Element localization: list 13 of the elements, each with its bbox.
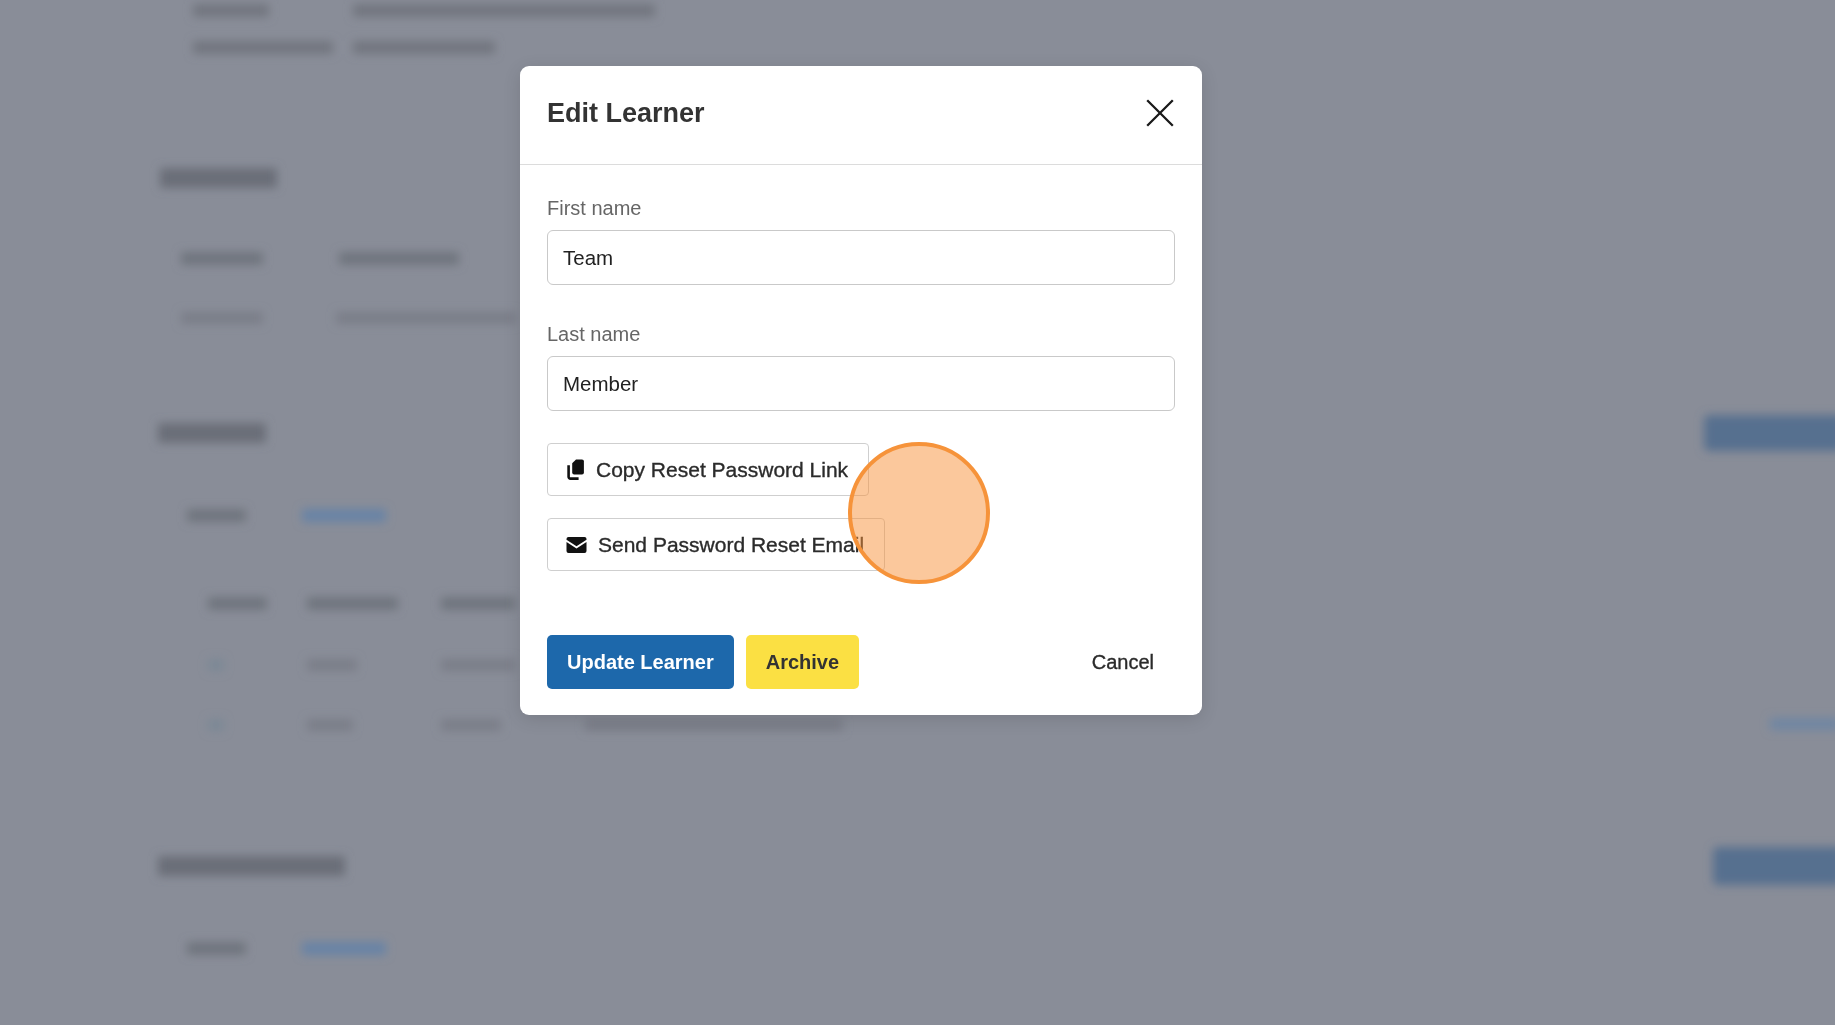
field-label: Last name — [547, 322, 641, 346]
close-button[interactable] — [1144, 97, 1176, 129]
update-button[interactable]: Update Learner — [547, 635, 734, 689]
copy-button[interactable]: Copy Reset Password Link — [547, 443, 870, 496]
copy-icon — [566, 459, 585, 480]
dialog-title: Edit Learner — [547, 96, 705, 130]
archive-button[interactable]: Archive — [745, 635, 860, 689]
envelope-icon — [566, 536, 587, 553]
close-icon — [1146, 99, 1174, 127]
text-field[interactable]: Member — [547, 356, 1175, 411]
field-label: First name — [547, 196, 642, 220]
text-field[interactable]: Team — [547, 230, 1175, 285]
cancel-button[interactable]: Cancel — [1070, 635, 1175, 689]
